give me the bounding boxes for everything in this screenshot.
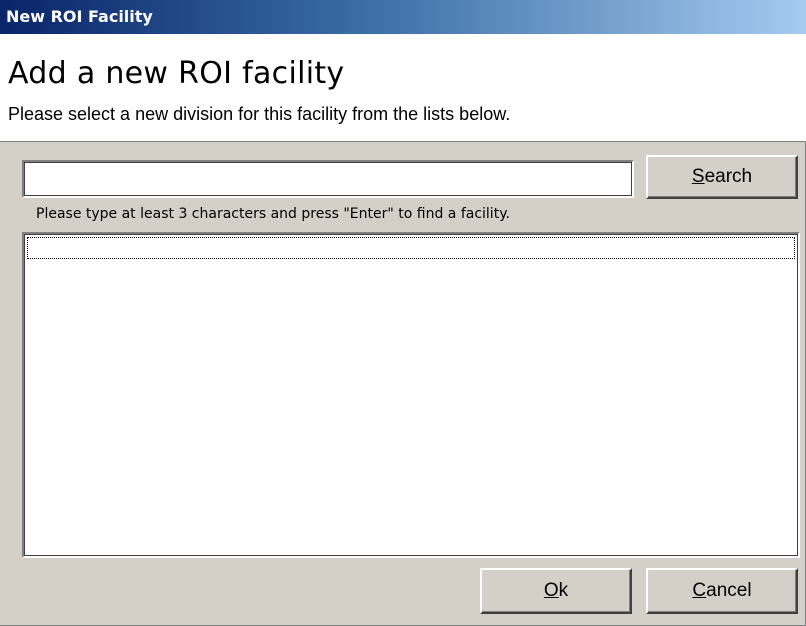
cancel-button-label: ancel (706, 580, 752, 601)
cancel-button[interactable]: Cancel (646, 568, 798, 614)
ok-button-label: k (558, 580, 569, 601)
dialog-window: New ROI Facility Add a new ROI facility … (0, 0, 806, 626)
search-button[interactable]: Search (646, 155, 798, 199)
list-focus-row[interactable] (27, 237, 795, 259)
search-hint: Please type at least 3 characters and pr… (36, 206, 510, 222)
ok-button-accel: O (543, 580, 559, 601)
search-button-accel: S (691, 166, 705, 187)
ok-button[interactable]: Ok (480, 568, 632, 614)
search-button-label: earch (704, 166, 753, 187)
facility-results-list[interactable] (22, 232, 800, 558)
search-input[interactable] (22, 160, 634, 198)
window-title: New ROI Facility (6, 7, 153, 26)
cancel-button-accel: C (692, 580, 707, 601)
title-bar[interactable]: New ROI Facility (0, 0, 806, 34)
page-title: Add a new ROI facility (8, 56, 345, 91)
dialog-header: Add a new ROI facility Please select a n… (0, 34, 806, 142)
page-subtitle: Please select a new division for this fa… (8, 104, 511, 124)
